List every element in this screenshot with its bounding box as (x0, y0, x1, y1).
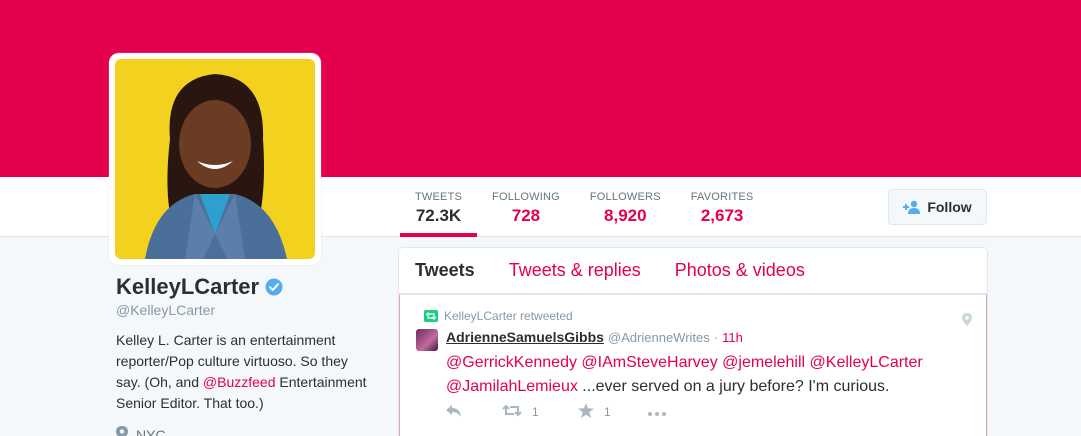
stat-value: 2,673 (700, 206, 744, 225)
tweet-mention-link[interactable]: @GerrickKennedy (446, 354, 577, 371)
profile-stats: TWEETS 72.3K FOLLOWING 728 FOLLOWERS 8,9… (400, 177, 768, 237)
tab-tweets[interactable]: Tweets (415, 260, 475, 281)
avatar-image (115, 59, 315, 259)
stat-label: FAVORITES (690, 191, 754, 203)
timeline: Tweets Tweets & replies Photos & videos … (398, 247, 988, 436)
verified-badge-icon (265, 278, 283, 296)
reply-button[interactable] (446, 404, 502, 420)
retweet-context-text[interactable]: KelleyLCarter retweeted (444, 309, 573, 323)
retweet-context: KelleyLCarter retweeted (424, 309, 573, 323)
profile-display-name[interactable]: KelleyLCarter (116, 274, 259, 300)
tweet-mention-link[interactable]: @JamilahLemieux (446, 378, 578, 395)
add-user-icon (903, 200, 921, 214)
more-dots-icon (648, 405, 666, 419)
tweet-mention-link[interactable]: @IAmSteveHarvey (581, 354, 717, 371)
profile-location: NYC (116, 426, 376, 436)
tweet-author-avatar[interactable] (416, 329, 438, 351)
tweet-separator: · (713, 329, 719, 345)
profile-avatar[interactable] (109, 53, 321, 265)
tweet-mention-link[interactable]: @jemelehill (722, 354, 805, 371)
stat-value: 728 (511, 206, 541, 225)
star-icon (578, 403, 594, 421)
stat-label: FOLLOWING (492, 191, 560, 203)
stat-label: TWEETS (415, 191, 463, 203)
retweet-button[interactable]: 1 (502, 404, 578, 420)
profile-handle[interactable]: @KelleyLCarter (116, 302, 376, 318)
location-pin-icon (116, 426, 128, 436)
reply-icon (446, 404, 462, 420)
retweet-badge-icon (424, 310, 438, 322)
favorite-count: 1 (604, 405, 611, 419)
geo-pin-icon[interactable] (962, 313, 972, 331)
timeline-tabs: Tweets Tweets & replies Photos & videos (399, 248, 987, 294)
tweet-header: AdrienneSamuelsGibbs @AdrienneWrites · 1… (446, 329, 743, 345)
location-text: NYC (136, 427, 166, 436)
stat-label: FOLLOWERS (589, 191, 661, 203)
profile-card: KelleyLCarter @KelleyLCarter Kelley L. C… (116, 274, 376, 436)
more-options-button[interactable] (648, 405, 666, 419)
tweet-mention-link[interactable]: @KelleyLCarter (810, 354, 923, 371)
stat-followers[interactable]: FOLLOWERS 8,920 (575, 177, 676, 237)
tweet-timestamp[interactable]: 11h (722, 330, 743, 345)
tweet-actions: 1 1 (446, 403, 666, 421)
tweet-text: @GerrickKennedy @IAmSteveHarvey @jemeleh… (446, 351, 966, 399)
tweet-item[interactable]: KelleyLCarter retweeted AdrienneSamuelsG… (399, 294, 987, 436)
stat-value: 72.3K (415, 206, 462, 225)
tab-tweets-and-replies[interactable]: Tweets & replies (509, 260, 641, 281)
tweet-body-text: ...ever served on a jury before? I'm cur… (577, 378, 890, 395)
stat-tweets[interactable]: TWEETS 72.3K (400, 177, 478, 237)
stat-value: 8,920 (604, 206, 647, 225)
favorite-button[interactable]: 1 (578, 403, 648, 421)
follow-button-label: Follow (927, 199, 972, 215)
retweet-count: 1 (532, 405, 539, 419)
tab-photos-and-videos[interactable]: Photos & videos (675, 260, 805, 281)
profile-bio: Kelley L. Carter is an entertainment rep… (116, 330, 376, 414)
tweet-author-handle[interactable]: @AdrienneWrites (608, 330, 710, 345)
follow-button[interactable]: Follow (888, 189, 987, 225)
stat-following[interactable]: FOLLOWING 728 (477, 177, 575, 237)
retweet-icon (502, 404, 522, 420)
tweet-author-name[interactable]: AdrienneSamuelsGibbs (446, 329, 604, 345)
stat-favorites[interactable]: FAVORITES 2,673 (676, 177, 769, 237)
bio-mention-link[interactable]: @Buzzfeed (203, 374, 276, 390)
